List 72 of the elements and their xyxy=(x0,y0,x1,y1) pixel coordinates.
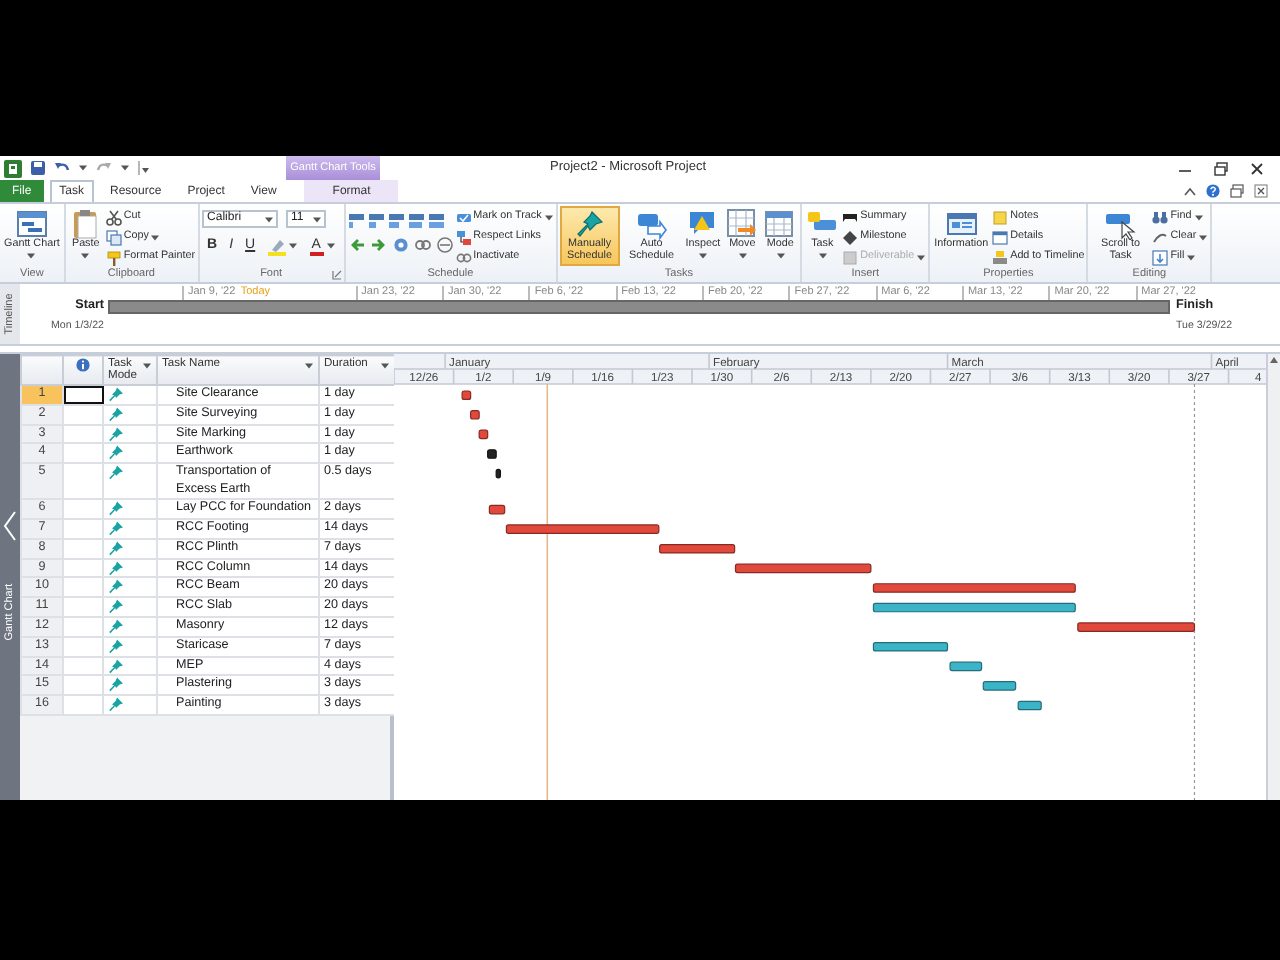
task-bar[interactable] xyxy=(487,449,497,459)
clipboard-icon xyxy=(69,208,102,240)
column-header[interactable] xyxy=(63,355,103,385)
note-icon xyxy=(992,209,1009,225)
form-icon xyxy=(945,208,978,240)
chain-icon xyxy=(455,249,472,265)
split-icon[interactable] xyxy=(435,236,454,254)
help-icon[interactable] xyxy=(1206,184,1220,198)
chevron-left-icon[interactable] xyxy=(2,510,18,542)
brush-icon xyxy=(105,249,122,265)
caret-icon xyxy=(311,215,322,223)
task-bar[interactable] xyxy=(488,504,506,515)
bar-arrow-icon xyxy=(635,208,668,240)
progress-icon[interactable] xyxy=(387,212,404,228)
task-bar[interactable] xyxy=(659,543,736,554)
customize-icon[interactable] xyxy=(138,160,150,176)
caret-icon xyxy=(142,362,152,370)
scissors-icon xyxy=(105,209,122,225)
outdent-icon[interactable] xyxy=(347,236,366,254)
copy-icon xyxy=(105,229,122,245)
check-bar-icon xyxy=(455,209,472,225)
task-bar[interactable] xyxy=(470,410,480,420)
gantt-chart-icon xyxy=(15,208,48,240)
fill-down-icon xyxy=(1152,249,1169,265)
link-icon[interactable] xyxy=(413,236,432,254)
calendar-icon xyxy=(764,208,797,240)
progress-icon[interactable] xyxy=(407,212,424,228)
close-icon[interactable] xyxy=(1250,161,1264,175)
app-icon[interactable] xyxy=(4,159,22,177)
task-bar[interactable] xyxy=(872,641,949,652)
indent-icon[interactable] xyxy=(369,236,388,254)
caret-icon xyxy=(78,164,88,172)
task-bar[interactable] xyxy=(478,429,489,440)
linked-bars-icon xyxy=(455,229,472,245)
save-icon[interactable] xyxy=(30,160,46,176)
pin-icon xyxy=(108,386,124,402)
speech-bubble-icon xyxy=(686,208,719,240)
pin-icon xyxy=(108,405,124,422)
close-icon[interactable] xyxy=(1254,184,1268,198)
box-icon xyxy=(842,249,859,265)
pin-icon xyxy=(108,637,124,654)
caret-up-icon[interactable] xyxy=(1184,185,1196,197)
caret-icon xyxy=(287,242,298,250)
progress-icon[interactable] xyxy=(347,212,364,228)
info-icon xyxy=(76,358,90,372)
caret-icon xyxy=(380,362,390,370)
diamond-icon xyxy=(842,229,859,245)
pin-icon xyxy=(108,539,124,556)
caret-icon xyxy=(120,164,130,172)
pin-icon xyxy=(108,696,124,713)
highlighter-icon xyxy=(267,237,286,255)
bar-cursor-icon xyxy=(1104,208,1137,240)
scroll-up-icon[interactable] xyxy=(1268,354,1280,366)
undo-icon[interactable] xyxy=(54,160,70,176)
binoculars-icon xyxy=(1152,209,1169,225)
caret-icon xyxy=(263,215,274,223)
window-icon xyxy=(992,229,1009,245)
caret-icon xyxy=(304,362,314,370)
launcher-icon[interactable] xyxy=(331,270,342,280)
task-bar[interactable] xyxy=(949,661,983,672)
pin-icon xyxy=(573,208,606,240)
grid-arrow-icon xyxy=(726,208,759,240)
caret-icon xyxy=(325,242,336,250)
curve-icon xyxy=(1152,229,1169,245)
pin-icon xyxy=(108,464,124,481)
progress-icon[interactable] xyxy=(367,212,384,228)
task-bar[interactable] xyxy=(495,468,502,479)
progress-icon[interactable] xyxy=(427,212,444,228)
task-bar[interactable] xyxy=(461,390,472,400)
scrollbar[interactable] xyxy=(1266,354,1280,800)
summary-bar-icon xyxy=(842,209,859,225)
timeline-icon xyxy=(992,249,1009,265)
